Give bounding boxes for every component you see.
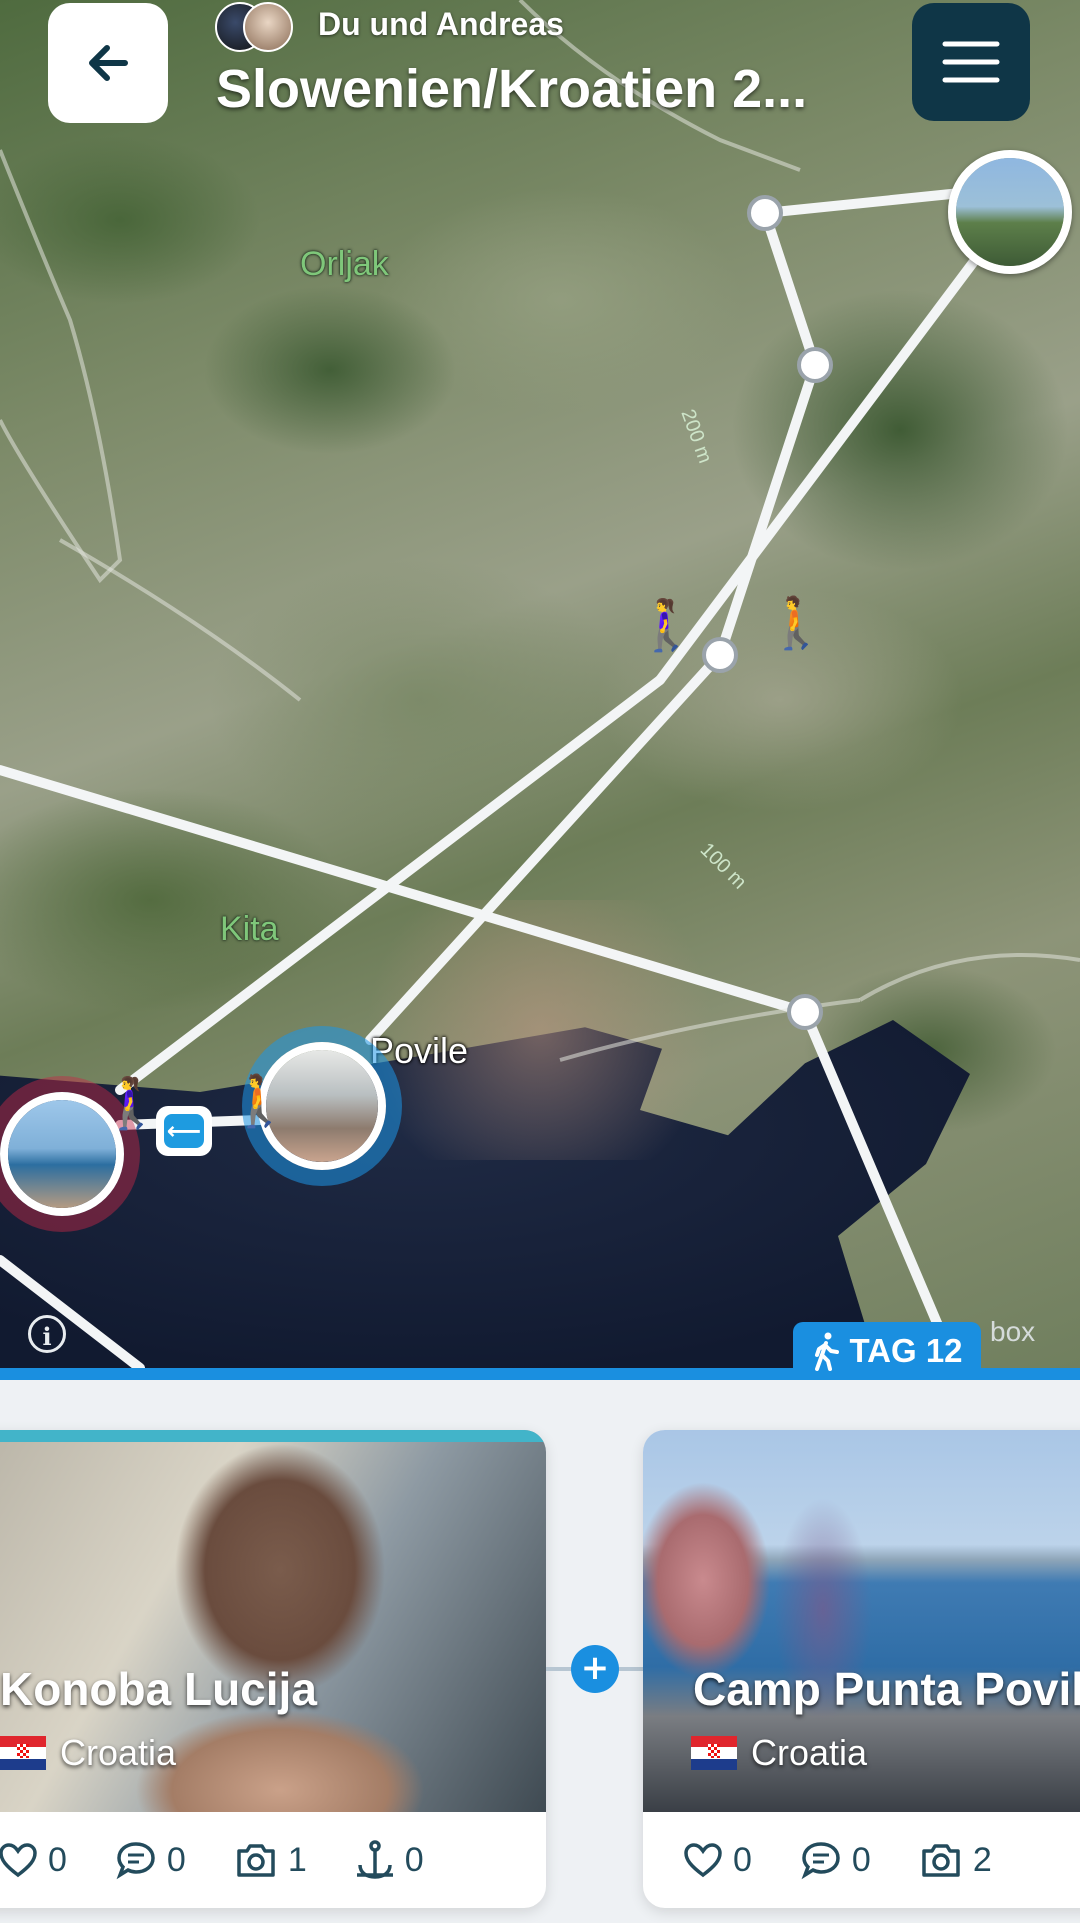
comments-stat[interactable]: 0 <box>115 1840 186 1880</box>
walker-icon: 🚶‍♀️ <box>635 596 698 654</box>
place-name: Camp Punta Povil <box>693 1663 1080 1715</box>
route-waypoint <box>747 195 783 231</box>
road <box>59 538 302 702</box>
map-label-povile: Povile <box>370 1030 469 1071</box>
arrow-left-icon <box>89 45 128 81</box>
photos-stat[interactable]: 2 <box>919 1841 992 1880</box>
country-label: Croatia <box>60 1732 177 1773</box>
route-segment <box>800 1007 945 1335</box>
route-segment <box>760 208 820 370</box>
place-name: Konoba Lucija <box>0 1663 317 1715</box>
trip-participants: Du und Andreas <box>318 6 564 42</box>
walker-icon: 🚶‍♀️ <box>100 1074 163 1132</box>
map-label-kita: Kita <box>220 910 279 948</box>
card-stats: 0 0 2 <box>643 1812 1080 1908</box>
map-label-orljak: Orljak <box>300 245 389 283</box>
photos-count: 1 <box>287 1840 307 1879</box>
heart-icon <box>684 1843 722 1878</box>
avatar <box>243 2 293 52</box>
likes-count: 0 <box>733 1840 752 1879</box>
likes-stat[interactable]: 0 <box>0 1841 67 1880</box>
anchor-icon <box>356 1840 393 1879</box>
country-label: Croatia <box>751 1732 868 1773</box>
likes-count: 0 <box>48 1840 67 1879</box>
route-lines <box>0 0 1080 1368</box>
heart-icon <box>0 1843 37 1878</box>
photos-count: 2 <box>972 1840 992 1879</box>
arrow-left-icon: ⟵ <box>164 1114 204 1148</box>
photos-stat[interactable]: 1 <box>234 1841 307 1880</box>
camera-icon <box>922 1844 960 1877</box>
menu-button[interactable] <box>912 3 1030 121</box>
photo-marker-hike[interactable] <box>948 150 1072 274</box>
road <box>858 953 1080 1002</box>
walker-icon: 🚶 <box>765 594 828 652</box>
anchors-stat[interactable]: 0 <box>355 1839 424 1881</box>
hiking-icon <box>815 1332 840 1371</box>
day-tab-label: TAG 12 <box>849 1332 963 1369</box>
route-segment <box>0 765 810 1017</box>
info-icon[interactable]: i <box>28 1315 66 1353</box>
trip-title[interactable]: Slowenien/Kroatien 2... <box>216 58 807 120</box>
back-button[interactable] <box>48 3 168 123</box>
croatia-flag-icon <box>0 1736 46 1770</box>
participant-avatars[interactable] <box>215 2 295 54</box>
place-card[interactable]: Konoba Lucija Croatia 0 0 1 0 <box>0 1430 546 1908</box>
comments-stat[interactable]: 0 <box>800 1840 871 1880</box>
camera-icon <box>237 1844 275 1877</box>
walker-icon: 🚶 <box>228 1072 291 1130</box>
map-view[interactable]: Orljak Kita 200 m 100 m Povile 🚶‍♀️ 🚶 🚶‍… <box>0 0 1080 1368</box>
croatia-flag-icon <box>691 1736 737 1770</box>
day-tab[interactable]: TAG 12 <box>793 1322 981 1380</box>
route-waypoint <box>787 994 823 1030</box>
route-waypoint <box>702 637 738 673</box>
comments-count: 0 <box>166 1840 186 1879</box>
hamburger-menu-icon <box>942 41 1000 83</box>
direction-badge[interactable]: ⟵ <box>156 1106 212 1156</box>
add-place-button[interactable]: + <box>571 1645 619 1693</box>
anchors-count: 0 <box>404 1840 424 1879</box>
map-attribution[interactable]: box <box>990 1316 1035 1348</box>
route-waypoint <box>797 347 833 383</box>
route-segment <box>365 650 725 1045</box>
comment-icon <box>116 1842 155 1880</box>
likes-stat[interactable]: 0 <box>683 1841 752 1880</box>
card-stats: 0 0 1 0 <box>0 1812 546 1908</box>
comments-count: 0 <box>851 1840 871 1879</box>
comment-icon <box>801 1842 840 1880</box>
place-card[interactable]: Camp Punta Povil Croatia 0 0 2 <box>643 1430 1080 1908</box>
road <box>0 149 123 584</box>
place-country: Croatia <box>0 1732 176 1774</box>
place-country: Croatia <box>691 1732 867 1774</box>
route-segment <box>0 1255 145 1368</box>
